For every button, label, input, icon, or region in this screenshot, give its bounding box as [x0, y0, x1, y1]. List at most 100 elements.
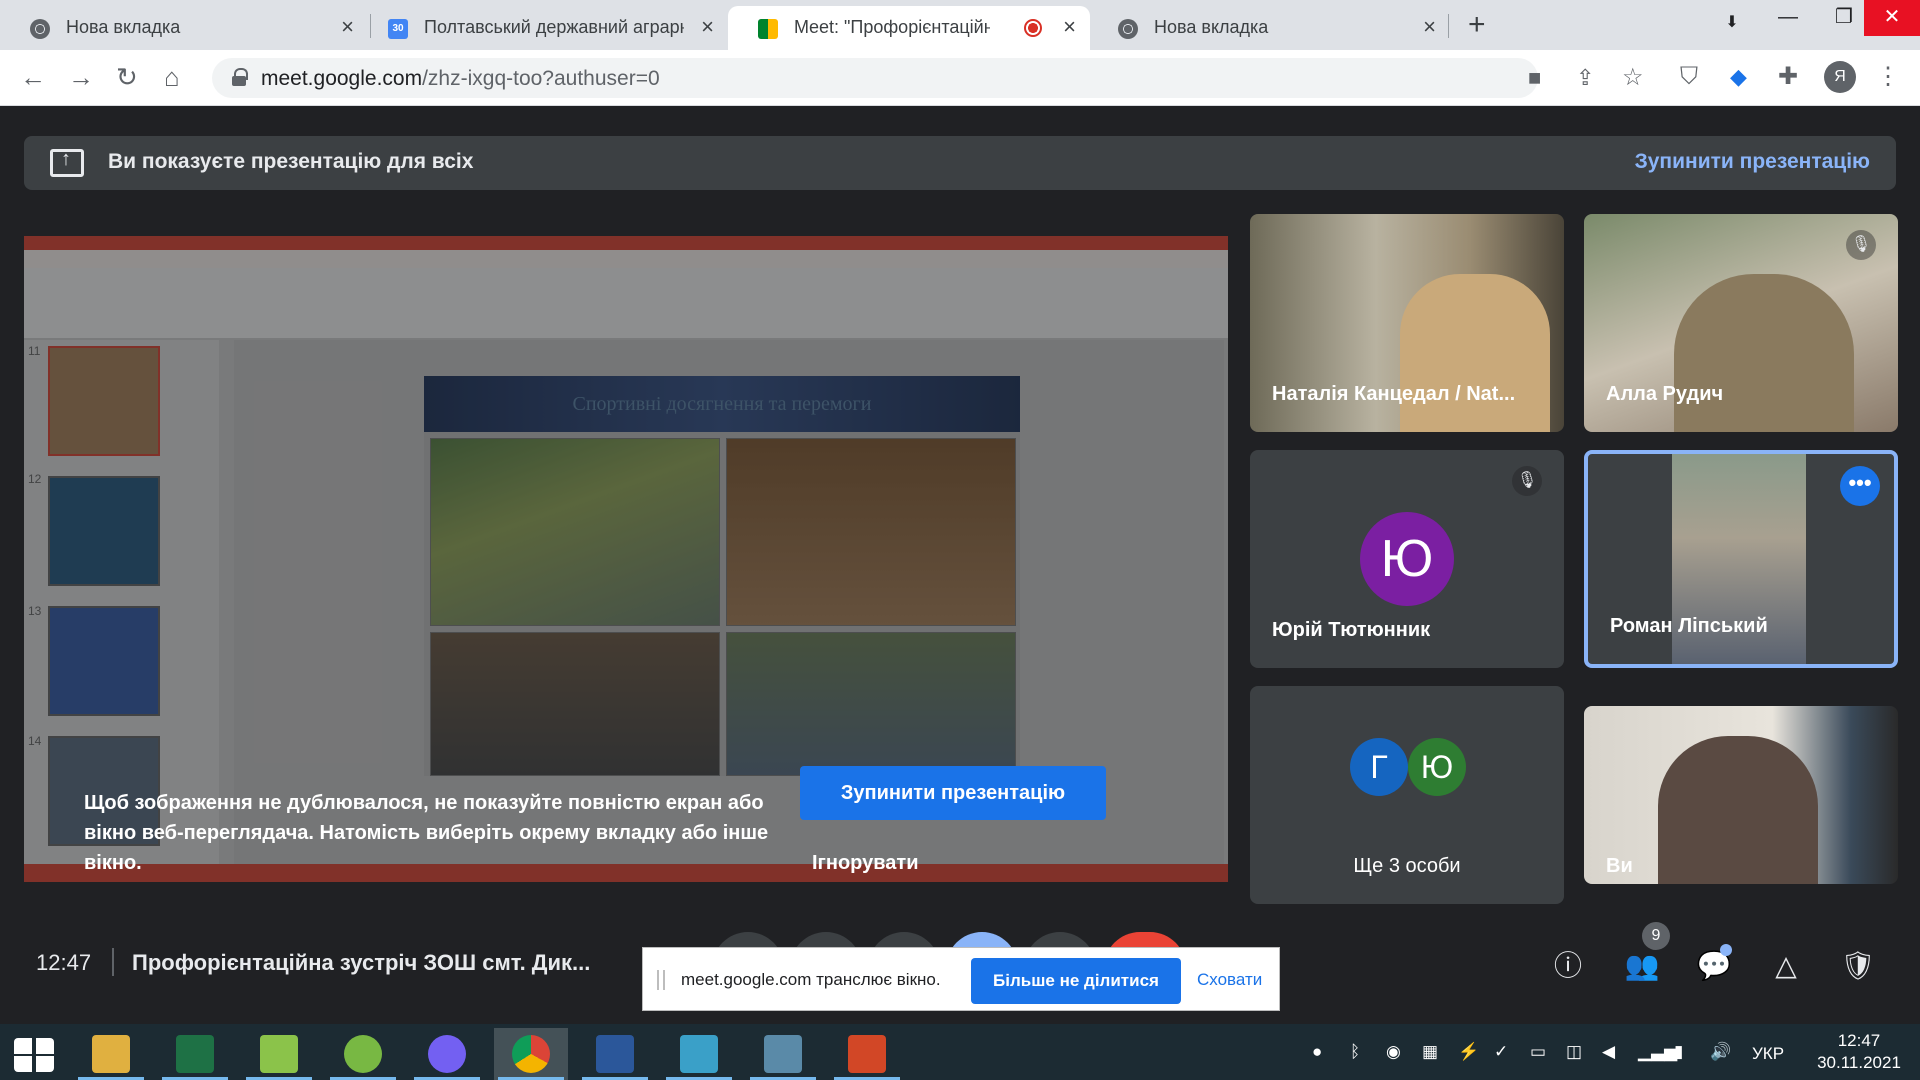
- participant-video: [1674, 274, 1854, 432]
- avast-icon[interactable]: ◉: [1386, 1042, 1401, 1062]
- taskbar-viber[interactable]: [410, 1028, 484, 1080]
- self-tile[interactable]: Ви: [1584, 706, 1898, 884]
- chat-unread-dot: [1720, 944, 1732, 956]
- network-icon[interactable]: ◫: [1566, 1042, 1582, 1062]
- volume-low-icon[interactable]: ◀: [1602, 1042, 1615, 1062]
- screen: Нова вкладка × 30 Полтавський державний …: [0, 0, 1920, 1080]
- forward-arrow-icon[interactable]: →: [68, 62, 94, 92]
- extension-diamond-icon[interactable]: ◆: [1730, 62, 1747, 92]
- shield-extension-icon[interactable]: ⛉: [1680, 62, 1698, 92]
- more-participants-tile[interactable]: Г Ю Ще 3 особи: [1250, 686, 1564, 904]
- participant-tile[interactable]: 🎙 Алла Рудич: [1584, 214, 1898, 432]
- meeting-time: 12:47: [36, 950, 92, 975]
- ignore-button[interactable]: Ігнорувати: [812, 852, 919, 875]
- system-clock[interactable]: 12:47 30.11.2021: [1808, 1030, 1910, 1074]
- tab-new-tab-1[interactable]: Нова вкладка ×: [0, 6, 368, 50]
- powerpoint-icon: [848, 1035, 886, 1073]
- camera-icon[interactable]: ■: [1528, 63, 1541, 93]
- reload-icon[interactable]: ↻: [116, 62, 138, 92]
- tab-poltava[interactable]: 30 Полтавський державний аграрн ×: [358, 6, 728, 50]
- puzzle-extensions-icon[interactable]: ✚: [1778, 62, 1798, 92]
- close-icon[interactable]: ×: [1423, 14, 1436, 40]
- back-arrow-icon[interactable]: ←: [20, 62, 46, 92]
- participant-name: Ви: [1606, 855, 1633, 877]
- battery-icon[interactable]: ▮: [1674, 1042, 1683, 1062]
- taskbar-utorrent[interactable]: [326, 1028, 400, 1080]
- presenting-text: Ви показуєте презентацію для всіх: [108, 150, 474, 173]
- participant-name: Юрій Тютюнник: [1272, 619, 1431, 641]
- tab-title: Нова вкладка: [1154, 17, 1269, 37]
- drag-handle-icon[interactable]: [657, 970, 665, 990]
- taskbar-explorer[interactable]: [74, 1028, 148, 1080]
- update-icon[interactable]: ✓: [1494, 1042, 1508, 1062]
- tab-meet[interactable]: Meet: "Профорієнтаційна зу ×: [728, 6, 1090, 50]
- start-button[interactable]: [0, 1028, 74, 1080]
- host-controls-icon[interactable]: 🛡: [1838, 946, 1878, 986]
- minimize-icon[interactable]: —: [1760, 0, 1816, 36]
- participant-tile[interactable]: 🎙 Ю Юрій Тютюнник: [1250, 450, 1564, 668]
- participant-avatar: Г: [1350, 738, 1408, 796]
- self-video: [1658, 736, 1818, 884]
- calendar-icon: 30: [388, 19, 408, 39]
- url-text[interactable]: meet.google.com/zhz-ixgq-too?authuser=0: [261, 67, 660, 91]
- tab-title: Полтавський державний аграрн: [424, 17, 684, 37]
- chrome-icon: [30, 19, 50, 39]
- tab-title: Meet: "Профорієнтаційна зу: [794, 17, 990, 37]
- file-explorer-icon: [92, 1035, 130, 1073]
- participant-tile-speaking[interactable]: ••• Роман Ліпський: [1584, 450, 1898, 668]
- activities-icon[interactable]: △: [1766, 946, 1806, 986]
- display-icon[interactable]: ▭: [1530, 1042, 1546, 1062]
- taskbar-screen[interactable]: [746, 1028, 820, 1080]
- taskbar-excel[interactable]: [158, 1028, 232, 1080]
- stop-sharing-button[interactable]: Більше не ділитися: [971, 958, 1181, 1004]
- power-icon[interactable]: ⚡: [1458, 1042, 1479, 1062]
- viber-tray-icon[interactable]: ●: [1312, 1042, 1322, 1062]
- hide-notice-button[interactable]: Сховати: [1197, 970, 1262, 990]
- profile-avatar[interactable]: Я: [1824, 61, 1856, 93]
- close-icon[interactable]: ×: [1063, 14, 1076, 40]
- more-options-icon[interactable]: •••: [1840, 466, 1880, 506]
- taskbar-powerpoint[interactable]: [830, 1028, 904, 1080]
- taskbar-notepad[interactable]: [242, 1028, 316, 1080]
- participant-name: Алла Рудич: [1606, 383, 1724, 405]
- screen-icon: [764, 1035, 802, 1073]
- tab-search-chevron-icon[interactable]: ⬇: [1704, 6, 1760, 42]
- mic-off-icon: 🎙: [1512, 466, 1542, 496]
- participant-tile[interactable]: Наталія Канцедал / Nat...: [1250, 214, 1564, 432]
- new-tab-plus-icon[interactable]: +: [1468, 8, 1486, 42]
- people-icon[interactable]: 👥: [1622, 946, 1662, 986]
- participant-avatar: Ю: [1360, 512, 1454, 606]
- bookmark-star-icon[interactable]: ☆: [1622, 63, 1644, 93]
- mirror-warning-text: Щоб зображення не дублювалося, не показу…: [84, 792, 769, 874]
- window-close-icon[interactable]: ✕: [1864, 0, 1920, 36]
- participant-avatar: Ю: [1408, 738, 1466, 796]
- chrome-icon: [1118, 19, 1138, 39]
- speaker-icon[interactable]: 🔊: [1710, 1042, 1731, 1062]
- input-language[interactable]: УКР: [1752, 1044, 1784, 1064]
- stop-presenting-button[interactable]: Зупинити презентацію: [800, 766, 1106, 820]
- meet-icon: [758, 19, 778, 39]
- signal-icon[interactable]: ▁▃▅: [1638, 1042, 1677, 1062]
- network-drive-icon[interactable]: ▦: [1422, 1042, 1438, 1062]
- notepad-icon: [260, 1035, 298, 1073]
- participant-name: Ще 3 особи: [1353, 855, 1461, 877]
- close-icon[interactable]: ×: [341, 14, 354, 40]
- taskbar-photos[interactable]: [662, 1028, 736, 1080]
- menu-kebab-icon[interactable]: ⋮: [1876, 62, 1900, 92]
- share-icon[interactable]: ⇪: [1576, 63, 1594, 93]
- close-icon[interactable]: ×: [701, 14, 714, 40]
- home-icon[interactable]: ⌂: [164, 62, 180, 92]
- meeting-details-icon[interactable]: ⓘ: [1548, 946, 1588, 986]
- taskbar-chrome[interactable]: [494, 1028, 568, 1080]
- bluetooth-icon[interactable]: ᛒ: [1350, 1042, 1360, 1062]
- taskbar-word[interactable]: [578, 1028, 652, 1080]
- tab-new-tab-2[interactable]: Нова вкладка ×: [1088, 6, 1450, 50]
- stop-presenting-link[interactable]: Зупинити презентацію: [1635, 150, 1870, 174]
- recording-icon: [1024, 19, 1042, 37]
- viber-icon: [428, 1035, 466, 1073]
- chrome-icon: [512, 1035, 550, 1073]
- mic-off-icon: 🎙: [1846, 230, 1876, 260]
- presenting-banner: Ви показуєте презентацію для всіх Зупини…: [24, 136, 1896, 190]
- address-bar[interactable]: meet.google.com/zhz-ixgq-too?authuser=0 …: [212, 58, 1644, 98]
- url-host: meet.google.com: [261, 67, 423, 90]
